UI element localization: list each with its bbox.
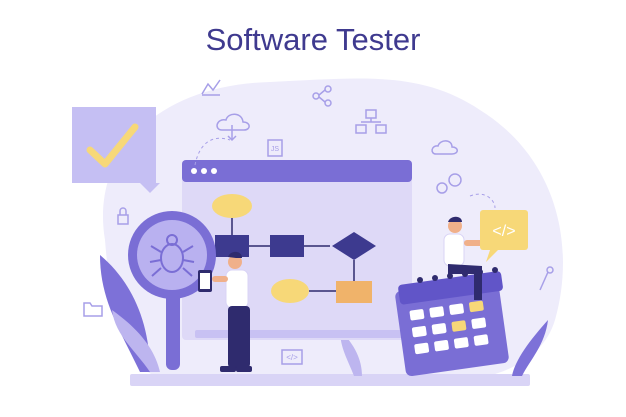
svg-text:</>: </> xyxy=(492,223,515,240)
flow-start-node xyxy=(212,194,252,218)
folder-icon xyxy=(83,302,103,317)
window-dot xyxy=(191,168,197,174)
window-dot xyxy=(211,168,217,174)
window-dot xyxy=(201,168,207,174)
calendar xyxy=(395,267,509,377)
flow-end-node xyxy=(271,279,309,303)
checkmark-icon xyxy=(72,107,160,193)
flow-process-node xyxy=(270,235,304,257)
svg-text:JS: JS xyxy=(271,146,280,153)
floor-line xyxy=(130,374,530,386)
illustration: </> JS </> xyxy=(72,78,563,386)
flow-output-node xyxy=(336,281,372,303)
svg-text:</>: </> xyxy=(286,353,298,362)
